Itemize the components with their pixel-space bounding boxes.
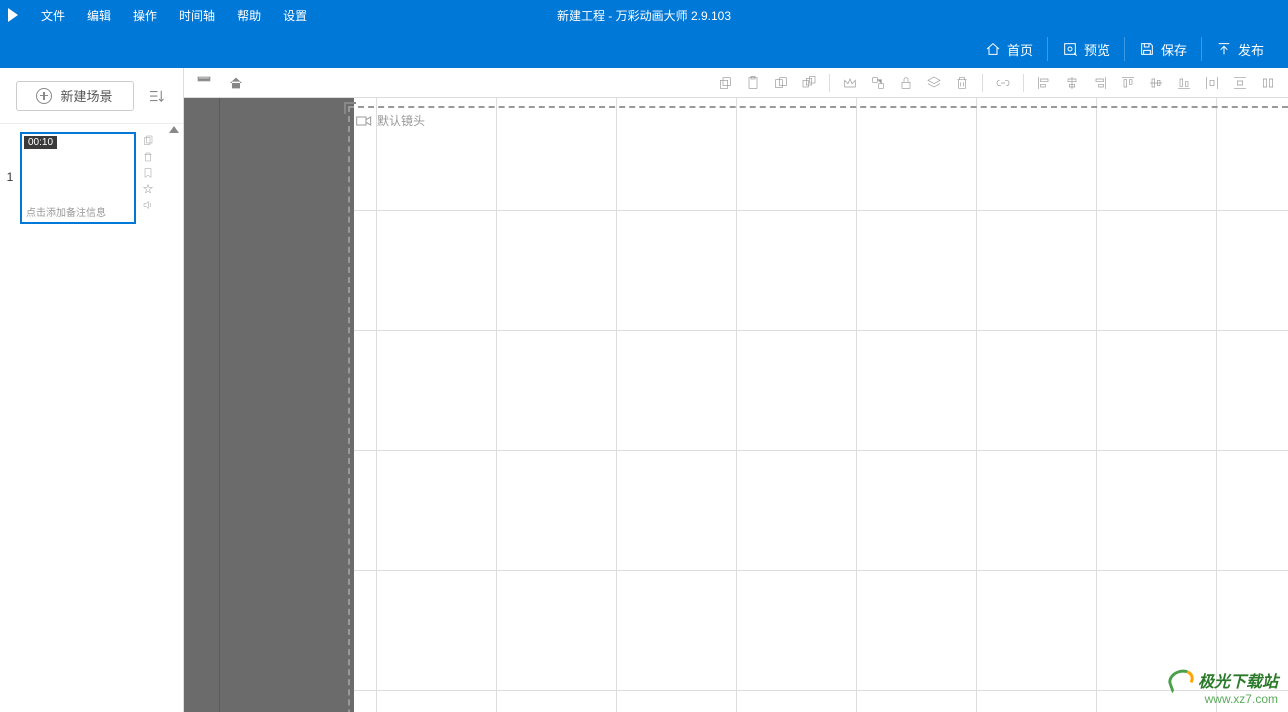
star-scene-button[interactable] xyxy=(140,182,156,196)
menu-settings[interactable]: 设置 xyxy=(272,7,318,24)
scene-item[interactable]: 1 00:10 点击添加备注信息 xyxy=(4,132,179,224)
home-button[interactable]: 首页 xyxy=(971,37,1047,61)
home-icon xyxy=(985,41,1001,57)
stage-corner-icon xyxy=(344,102,356,114)
link-button[interactable] xyxy=(991,71,1015,95)
new-scene-row: 新建场景 xyxy=(0,68,183,124)
toolbar-separator xyxy=(829,74,830,92)
watermark-logo-icon xyxy=(1165,666,1196,694)
crown-button[interactable] xyxy=(838,71,862,95)
align-center-v-button[interactable] xyxy=(1144,71,1168,95)
ruler-button[interactable] xyxy=(192,71,216,95)
copy-button[interactable] xyxy=(713,71,737,95)
delete-button[interactable] xyxy=(950,71,974,95)
canvas-area: 默认镜头 xyxy=(184,68,1288,712)
menu-help[interactable]: 帮助 xyxy=(226,7,272,24)
stage-boundary xyxy=(348,106,1288,712)
toolbar-separator xyxy=(1023,74,1024,92)
layer-button[interactable] xyxy=(922,71,946,95)
menu-edit[interactable]: 编辑 xyxy=(76,7,122,24)
scene-thumbnail[interactable]: 00:10 点击添加备注信息 xyxy=(20,132,136,224)
sort-scenes-button[interactable] xyxy=(144,84,168,108)
publish-button[interactable]: 发布 xyxy=(1201,37,1278,61)
align-center-h-button[interactable] xyxy=(1060,71,1084,95)
align-top-button[interactable] xyxy=(1116,71,1140,95)
scene-list: 1 00:10 点击添加备注信息 xyxy=(0,124,183,232)
toolbar-separator xyxy=(982,74,983,92)
delete-scene-button[interactable] xyxy=(140,150,156,164)
window-title: 新建工程 - 万彩动画大师 2.9.103 xyxy=(557,7,731,24)
new-scene-label: 新建场景 xyxy=(60,86,112,105)
preview-label: 预览 xyxy=(1084,40,1110,59)
scene-note-placeholder[interactable]: 点击添加备注信息 xyxy=(26,204,106,219)
duplicate-button[interactable] xyxy=(797,71,821,95)
publish-label: 发布 xyxy=(1238,40,1264,59)
copy-scene-button[interactable] xyxy=(140,134,156,148)
canvas-home-button[interactable] xyxy=(224,71,248,95)
camera-icon xyxy=(356,115,372,127)
cut-button[interactable] xyxy=(769,71,793,95)
scroll-up-icon[interactable] xyxy=(169,126,179,133)
new-scene-button[interactable]: 新建场景 xyxy=(16,81,134,111)
scene-duration: 00:10 xyxy=(24,136,57,149)
paste-button[interactable] xyxy=(741,71,765,95)
canvas-viewport[interactable]: 默认镜头 xyxy=(184,98,1288,712)
align-left-button[interactable] xyxy=(1032,71,1056,95)
app-logo-icon xyxy=(8,8,18,22)
watermark-text: 极光下载站 xyxy=(1198,668,1278,692)
save-label: 保存 xyxy=(1161,40,1187,59)
save-icon xyxy=(1139,41,1155,57)
action-bar: 首页 预览 保存 发布 xyxy=(0,30,1288,68)
scene-tools xyxy=(140,132,156,224)
preview-icon xyxy=(1062,41,1078,57)
align-right-button[interactable] xyxy=(1088,71,1112,95)
home-label: 首页 xyxy=(1007,40,1033,59)
scene-number: 1 xyxy=(4,132,16,224)
audio-scene-button[interactable] xyxy=(140,198,156,212)
sort-icon xyxy=(147,87,165,105)
menu-operate[interactable]: 操作 xyxy=(122,7,168,24)
offstage-region xyxy=(184,98,354,712)
camera-name: 默认镜头 xyxy=(377,112,425,129)
preview-button[interactable]: 预览 xyxy=(1047,37,1124,61)
bookmark-scene-button[interactable] xyxy=(140,166,156,180)
menu-file[interactable]: 文件 xyxy=(30,7,76,24)
distribute-h-button[interactable] xyxy=(1200,71,1224,95)
scene-panel: 新建场景 1 00:10 点击添加备注信息 xyxy=(0,68,184,712)
default-camera-label[interactable]: 默认镜头 xyxy=(356,112,425,129)
group-button[interactable] xyxy=(866,71,890,95)
menu-timeline[interactable]: 时间轴 xyxy=(168,7,226,24)
distribute-v-button[interactable] xyxy=(1228,71,1252,95)
canvas-toolbar xyxy=(184,68,1288,98)
align-bottom-button[interactable] xyxy=(1172,71,1196,95)
equal-width-button[interactable] xyxy=(1256,71,1280,95)
app-header: 文件 编辑 操作 时间轴 帮助 设置 新建工程 - 万彩动画大师 2.9.103… xyxy=(0,0,1288,68)
save-button[interactable]: 保存 xyxy=(1124,37,1201,61)
watermark: 极光下载站 www.xz7.com xyxy=(1168,668,1278,706)
watermark-url: www.xz7.com xyxy=(1168,692,1278,706)
lock-button[interactable] xyxy=(894,71,918,95)
plus-icon xyxy=(36,88,52,104)
publish-icon xyxy=(1216,41,1232,57)
watermark-title: 极光下载站 xyxy=(1168,668,1278,692)
